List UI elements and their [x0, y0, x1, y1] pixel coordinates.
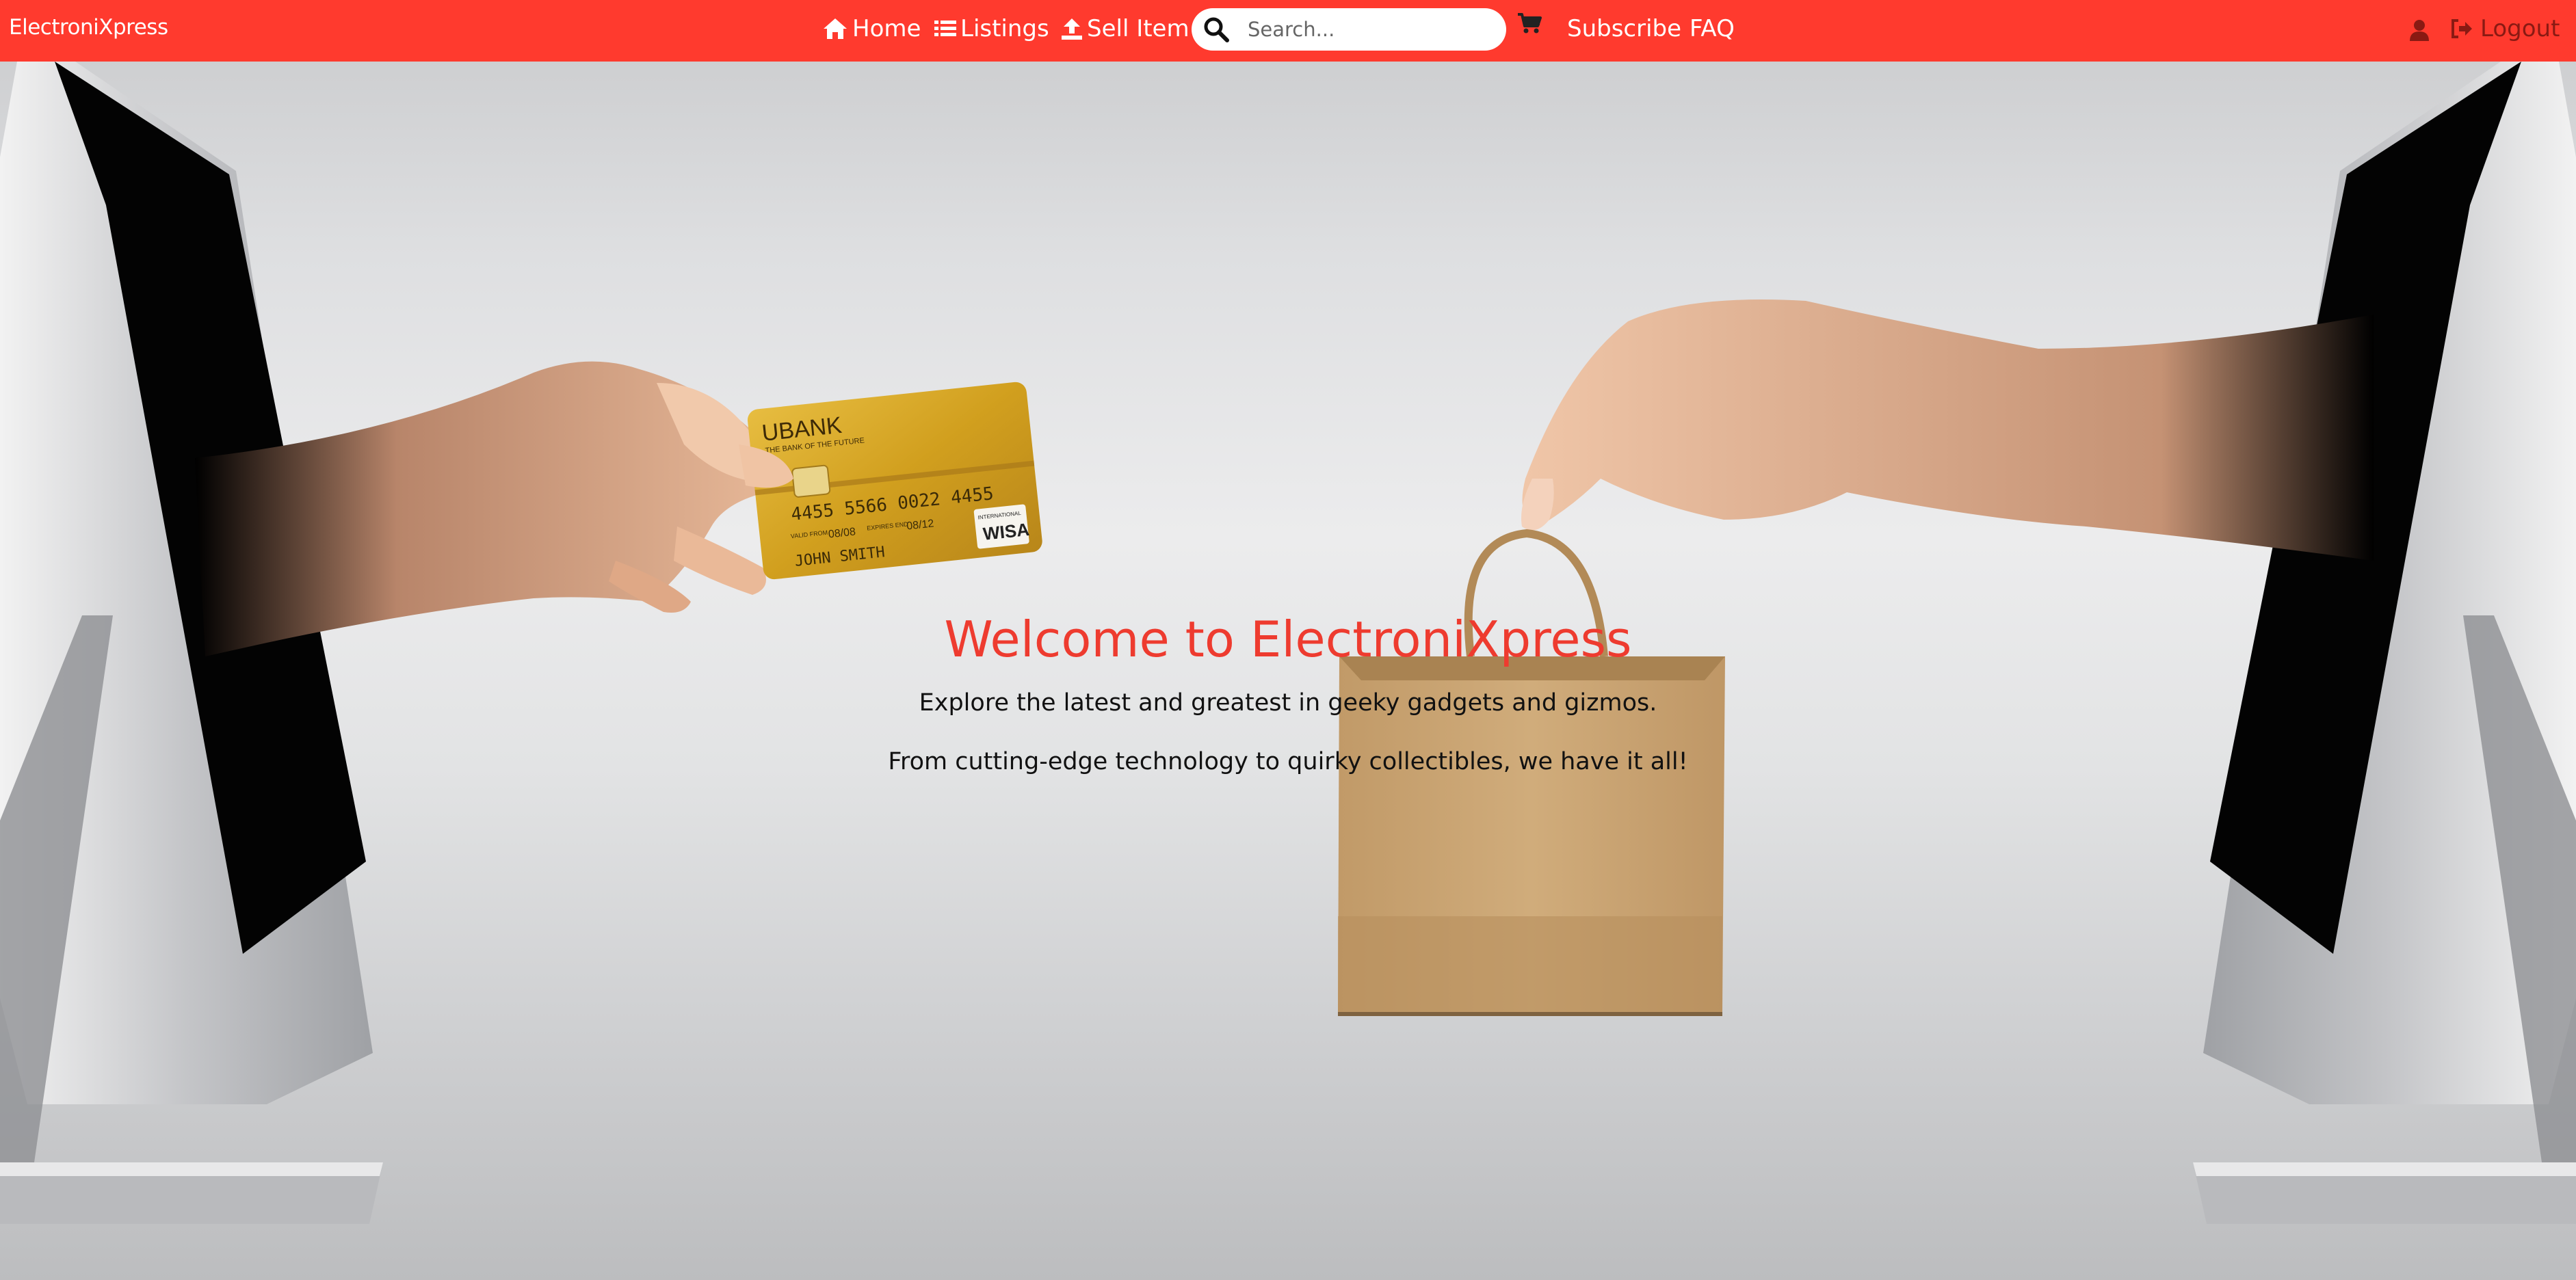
search-input[interactable]	[1246, 17, 1482, 42]
cart-icon[interactable]	[1517, 12, 1542, 34]
nav-listings[interactable]: Listings	[934, 15, 1049, 42]
nav-logout-label: Logout	[2480, 15, 2560, 42]
home-icon	[824, 18, 847, 39]
list-icon	[934, 21, 956, 36]
nav-sell-label: Sell Item	[1087, 15, 1190, 42]
hero-subtitle-1: Explore the latest and greatest in geeky…	[919, 689, 1657, 717]
nav-home[interactable]: Home	[822, 15, 921, 42]
nav-faq[interactable]: FAQ	[1690, 15, 1735, 42]
hero-title: Welcome to ElectroniXpress	[944, 611, 1632, 668]
top-navbar: ElectroniXpress Home Listings Sell Item	[0, 0, 2576, 62]
search-box	[1192, 8, 1506, 51]
hero-illustration: UBANK THE BANK OF THE FUTURE 4455 5566 0…	[0, 62, 2576, 1224]
user-icon[interactable]	[2409, 19, 2430, 41]
hero-subtitle-2: From cutting-edge technology to quirky c…	[888, 748, 1688, 775]
upload-icon	[1062, 18, 1082, 40]
nav-logout[interactable]: Logout	[2450, 15, 2560, 42]
search-icon[interactable]	[1202, 16, 1230, 43]
logout-icon	[2452, 19, 2472, 38]
brand-link[interactable]: ElectroniXpress	[9, 15, 168, 40]
nav-home-label: Home	[852, 15, 921, 42]
nav-subscribe[interactable]: Subscribe	[1567, 15, 1681, 42]
right-hand	[1521, 299, 2374, 561]
nav-listings-label: Listings	[960, 15, 1049, 42]
nav-sell-item[interactable]: Sell Item	[1061, 15, 1190, 42]
